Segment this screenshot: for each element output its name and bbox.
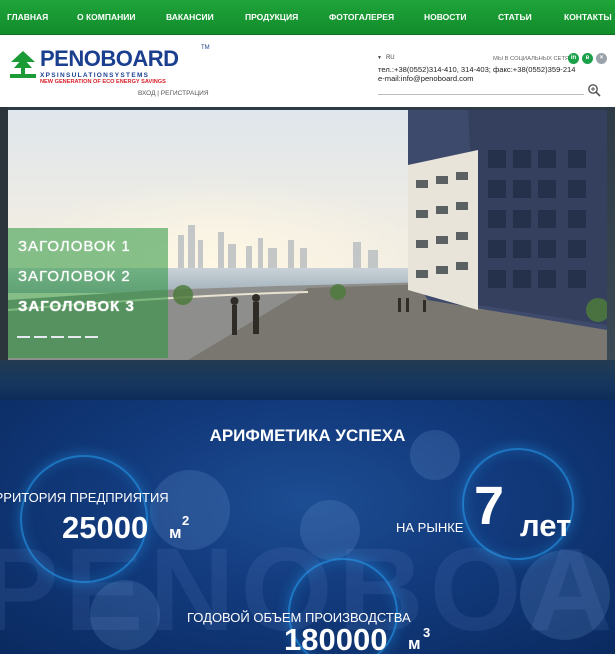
market-unit: лет [520, 508, 572, 543]
slide-headings-panel: ЗАГОЛОВОК 1 ЗАГОЛОВОК 2 ЗАГОЛОВОК 3 [8, 228, 168, 358]
search-input[interactable] [378, 84, 578, 94]
vk-icon[interactable]: в [582, 53, 593, 64]
main-navigation: ГЛАВНАЯ О КОМПАНИИ ВАКАНСИИ ПРОДУКЦИЯ ФО… [0, 0, 615, 35]
hero-edge [0, 107, 8, 400]
volume-unit-power: 3 [423, 625, 431, 640]
caret-down-icon: ▼ [377, 55, 382, 61]
bokeh-circle [520, 550, 610, 640]
logo-slogan: NEW GENERATION OF ECO ENERGY SAVINGS [40, 79, 166, 85]
logo-name[interactable]: PENOBOARD [40, 46, 179, 72]
bokeh-circle [150, 470, 230, 550]
nav-item-gallery[interactable]: ФОТОГАЛЕРЕЯ [329, 0, 394, 35]
nav-item-news[interactable]: НОВОСТИ [424, 0, 467, 35]
bokeh-circle [300, 500, 360, 560]
territory-label: ТЕРРИТОРИЯ ПРЕДПРИЯТИЯ [0, 490, 169, 505]
slide-heading-1[interactable]: ЗАГОЛОВОК 1 [18, 238, 131, 255]
success-stats-section: PENOBOARD АРИФМЕТИКА УСПЕХА ТЕРРИТОРИЯ П… [0, 400, 615, 654]
logo-trademark: TM [201, 45, 210, 51]
slider-dot[interactable] [68, 336, 81, 338]
nav-item-about[interactable]: О КОМПАНИИ [77, 0, 135, 35]
nav-item-products[interactable]: ПРОДУКЦИЯ [245, 0, 298, 35]
stats-title: АРИФМЕТИКА УСПЕХА [209, 426, 406, 445]
tree-house-logo-icon[interactable] [8, 48, 38, 80]
login-register-link[interactable]: ВХОД | РЕГИСТРАЦИЯ [138, 90, 209, 97]
contact-info: тел.:+38(0552)314-410, 314-403; факс:+38… [378, 65, 576, 83]
slider-dot[interactable] [34, 336, 47, 338]
slide-heading-3[interactable]: ЗАГОЛОВОК 3 [18, 298, 135, 315]
close-icon[interactable]: × [596, 53, 607, 64]
territory-unit: м [169, 523, 182, 542]
nav-item-contacts[interactable]: КОНТАКТЫ [564, 0, 612, 35]
search-icon[interactable] [587, 83, 601, 97]
slide-heading-2[interactable]: ЗАГОЛОВОК 2 [18, 268, 131, 285]
nav-item-home[interactable]: ГЛАВНАЯ [7, 0, 48, 35]
market-label: НА РЫНКЕ [396, 520, 464, 535]
bokeh-circle [90, 580, 160, 650]
volume-unit: м [408, 634, 421, 653]
linkedin-icon[interactable]: in [568, 53, 579, 64]
slider-dot[interactable] [17, 336, 30, 338]
social-networks-label: МЫ В СОЦИАЛЬНЫХ СЕТЯХ [493, 56, 573, 62]
market-value: 7 [474, 476, 505, 536]
logo-tagline: XPSINSULATIONSYSTEMS [40, 72, 150, 79]
nav-item-vacancies[interactable]: ВАКАНСИИ [166, 0, 214, 35]
hero-slider: ЗАГОЛОВОК 1 ЗАГОЛОВОК 2 ЗАГОЛОВОК 3 [0, 107, 615, 400]
volume-value: 180000 [284, 622, 388, 654]
email-text[interactable]: e-mail:info@penoboard.com [378, 74, 576, 83]
nav-item-articles[interactable]: СТАТЬИ [498, 0, 532, 35]
hero-bottom-band [0, 360, 615, 400]
slider-dot[interactable] [51, 336, 64, 338]
site-header: PENOBOARD TM XPSINSULATIONSYSTEMS NEW GE… [0, 35, 615, 107]
territory-value: 25000 [62, 510, 149, 545]
territory-unit-power: 2 [182, 513, 190, 528]
slider-dot[interactable] [85, 336, 98, 338]
language-selector[interactable]: ▼ RU [377, 55, 395, 61]
language-label: RU [385, 55, 395, 61]
phone-text: тел.:+38(0552)314-410, 314-403; факс:+38… [378, 65, 576, 74]
search-underline [378, 94, 584, 95]
